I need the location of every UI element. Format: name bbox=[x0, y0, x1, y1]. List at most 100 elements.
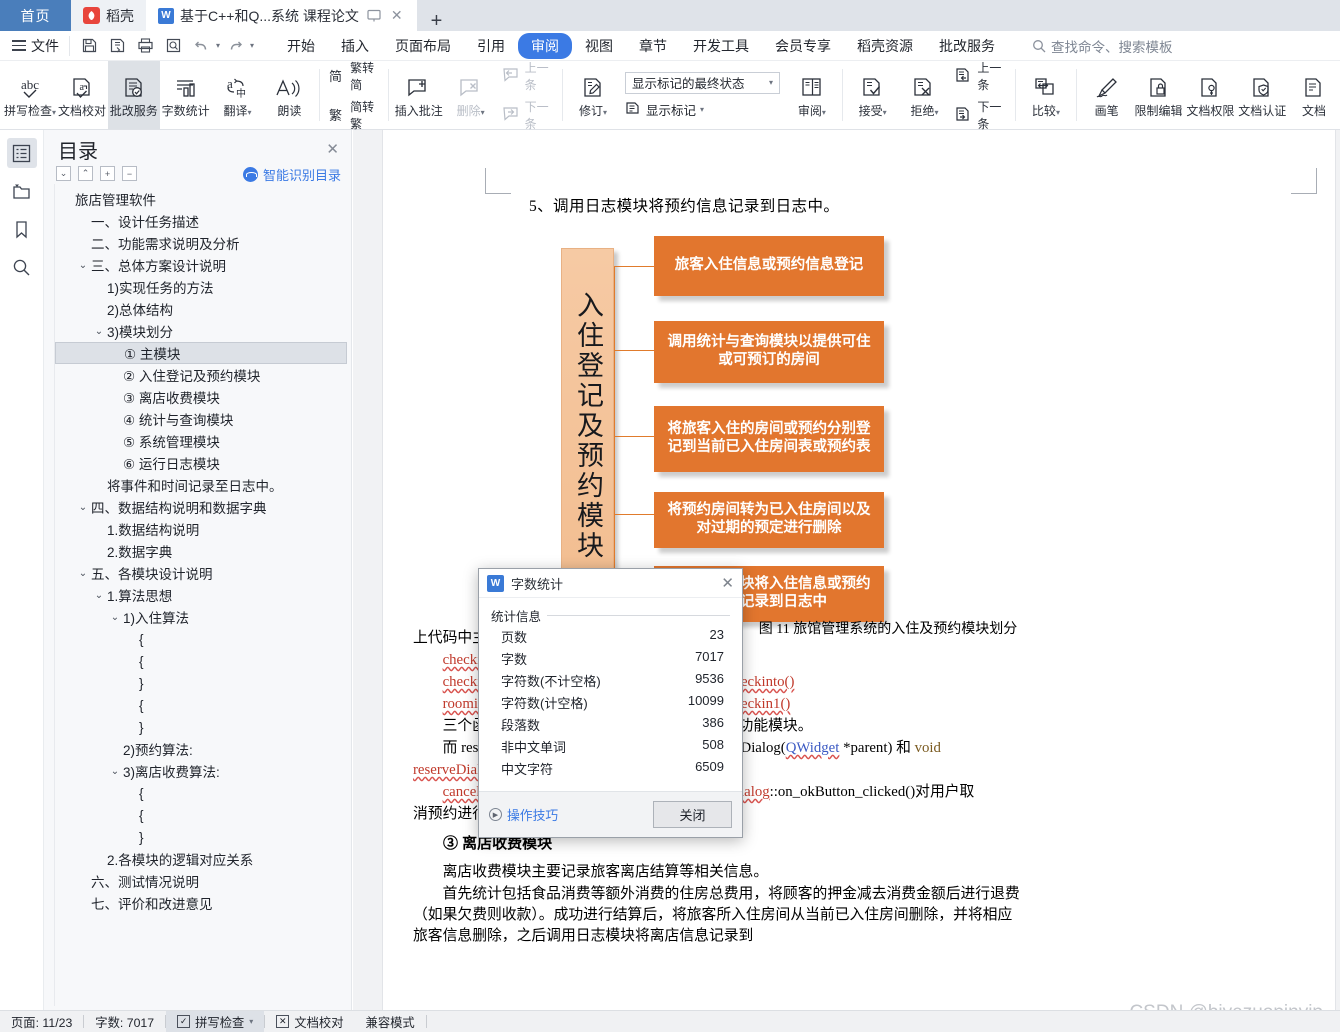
outline-item[interactable]: 2.数据字典 bbox=[55, 540, 347, 562]
undo-dropdown-icon[interactable]: ▾ bbox=[216, 41, 220, 50]
spellcheck-button[interactable]: abc 拼写检查▾ bbox=[4, 61, 56, 129]
chevron-down-icon[interactable]: ⌄ bbox=[91, 590, 107, 601]
outline-item[interactable]: 2)预约算法: bbox=[55, 738, 347, 760]
collapse-all-icon[interactable]: − bbox=[122, 166, 137, 181]
outline-item[interactable]: ⌄ 3)模块划分 bbox=[55, 320, 347, 342]
redo-icon[interactable] bbox=[222, 35, 248, 57]
smart-outline-button[interactable]: 智能识别目录 bbox=[242, 165, 341, 184]
ribbon-tab-dev-tools[interactable]: 开发工具 bbox=[680, 33, 762, 59]
tab-docer[interactable]: 稻壳 bbox=[71, 0, 146, 31]
tips-link[interactable]: ▶ 操作技巧 bbox=[489, 805, 558, 824]
chevron-down-icon[interactable]: ▾ bbox=[481, 108, 485, 118]
document-permission-button[interactable]: 文档权限 bbox=[1184, 61, 1236, 129]
document-certify-button[interactable]: 文档认证 bbox=[1236, 61, 1288, 129]
outline-item[interactable]: 二、功能需求说明及分析 bbox=[55, 232, 347, 254]
close-dialog-icon[interactable]: ✕ bbox=[721, 574, 734, 592]
chevron-down-icon[interactable]: ⌄ bbox=[56, 166, 71, 181]
restrict-edit-button[interactable]: 限制编辑 bbox=[1133, 61, 1185, 129]
chevron-down-icon[interactable]: ⌄ bbox=[75, 260, 91, 271]
proofread-status-button[interactable]: ✕ 文档校对 bbox=[265, 1011, 354, 1032]
outline-item[interactable]: ⌄ 三、总体方案设计说明 bbox=[55, 254, 347, 276]
accept-button[interactable]: 接受▾ bbox=[847, 61, 899, 129]
outline-item[interactable]: { bbox=[55, 628, 347, 650]
insert-comment-button[interactable]: 插入批注 bbox=[393, 61, 445, 129]
chevron-down-icon[interactable]: ▾ bbox=[934, 108, 938, 118]
outline-item[interactable]: 2)总体结构 bbox=[55, 298, 347, 320]
chevron-down-icon[interactable]: ⌄ bbox=[75, 502, 91, 513]
chevron-down-icon[interactable]: ⌄ bbox=[107, 612, 123, 623]
save-icon[interactable] bbox=[76, 35, 102, 57]
file-menu-button[interactable]: 文件 bbox=[0, 36, 69, 56]
chevron-down-icon[interactable]: ▾ bbox=[883, 108, 887, 118]
document-proof-button[interactable]: a 文档校对 bbox=[56, 61, 108, 129]
outline-item[interactable]: ⑥ 运行日志模块 bbox=[55, 452, 347, 474]
outline-item[interactable]: 1)实现任务的方法 bbox=[55, 276, 347, 298]
ribbon-tab-insert[interactable]: 插入 bbox=[328, 33, 382, 59]
search-icon[interactable] bbox=[7, 252, 37, 282]
word-count-indicator[interactable]: 字数: 7017 bbox=[84, 1011, 165, 1032]
ribbon-tab-docer-resource[interactable]: 稻壳资源 bbox=[844, 33, 926, 59]
track-changes-button[interactable]: 修订▾ bbox=[567, 61, 619, 129]
search-input[interactable]: 查找命令、搜索模板 bbox=[1032, 36, 1173, 56]
outline-item[interactable]: } bbox=[55, 826, 347, 848]
ribbon-tab-section[interactable]: 章节 bbox=[626, 33, 680, 59]
outline-item[interactable]: 1.数据结构说明 bbox=[55, 518, 347, 540]
next-change-button[interactable]: 下一条 bbox=[954, 98, 1007, 132]
customize-qat-icon[interactable]: ▾ bbox=[250, 41, 254, 50]
outline-item[interactable]: { bbox=[55, 650, 347, 672]
outline-item[interactable]: 六、测试情况说明 bbox=[55, 870, 347, 892]
ribbon-tab-member[interactable]: 会员专享 bbox=[762, 33, 844, 59]
outline-item[interactable]: ④ 统计与查询模块 bbox=[55, 408, 347, 430]
word-count-dialog[interactable]: W 字数统计 ✕ 统计信息 页数 23 字数 7017 字符数(不计空格) 9536 字符数… bbox=[478, 568, 743, 838]
compare-button[interactable]: 比较▾ bbox=[1020, 61, 1072, 129]
save-as-icon[interactable] bbox=[104, 35, 130, 57]
outline-item[interactable]: ① 主模块 bbox=[55, 342, 347, 364]
show-markup-button[interactable]: 显示标记 ▾ bbox=[625, 100, 780, 119]
chevron-down-icon[interactable]: ⌄ bbox=[107, 766, 123, 777]
ribbon-tab-start[interactable]: 开始 bbox=[274, 33, 328, 59]
markup-state-select[interactable]: 显示标记的最终状态 ▾ bbox=[624, 71, 780, 94]
chevron-down-icon[interactable]: ▾ bbox=[603, 108, 607, 118]
chevron-down-icon[interactable]: ▾ bbox=[822, 108, 826, 118]
ribbon-tab-correction-service[interactable]: 批改服务 bbox=[926, 33, 1008, 59]
outline-item[interactable]: { bbox=[55, 694, 347, 716]
outline-item[interactable]: ⌄ 3)离店收费算法: bbox=[55, 760, 347, 782]
page-indicator[interactable]: 页面: 11/23 bbox=[0, 1011, 83, 1032]
simp-to-trad-button[interactable]: 繁 简转繁 bbox=[328, 98, 380, 132]
close-button[interactable]: 关闭 bbox=[653, 801, 732, 828]
outline-item[interactable]: 2.各模块的逻辑对应关系 bbox=[55, 848, 347, 870]
outline-item[interactable]: ② 入住登记及预约模块 bbox=[55, 364, 347, 386]
prev-comment-button[interactable]: 上一条 bbox=[501, 59, 555, 93]
word-count-button[interactable]: 字数统计 bbox=[160, 61, 212, 129]
chevron-down-icon[interactable]: ⌄ bbox=[91, 326, 107, 337]
chevron-down-icon[interactable]: ▾ bbox=[769, 78, 773, 87]
reviewing-pane-button[interactable]: 审阅▾ bbox=[786, 61, 838, 129]
folder-icon[interactable] bbox=[7, 176, 37, 206]
translate-button[interactable]: a中 翻译▾ bbox=[212, 61, 264, 129]
present-icon[interactable] bbox=[365, 9, 383, 22]
outline-item[interactable]: ⌄ 五、各模块设计说明 bbox=[55, 562, 347, 584]
outline-item[interactable]: ③ 离店收费模块 bbox=[55, 386, 347, 408]
next-comment-button[interactable]: 下一条 bbox=[501, 98, 555, 132]
outline-item[interactable]: } bbox=[55, 672, 347, 694]
outline-item[interactable]: } bbox=[55, 716, 347, 738]
chevron-down-icon[interactable]: ▾ bbox=[700, 105, 704, 114]
read-aloud-button[interactable]: 朗读 bbox=[263, 61, 315, 129]
delete-comment-button[interactable]: 删除▾ bbox=[445, 61, 497, 129]
chevron-down-icon[interactable]: ▾ bbox=[249, 1017, 253, 1026]
chevron-down-icon[interactable]: ⌄ bbox=[75, 568, 91, 579]
outline-item[interactable]: 七、评价和改进意见 bbox=[55, 892, 347, 914]
reject-button[interactable]: 拒绝▾ bbox=[899, 61, 951, 129]
outline-item[interactable]: ⌄ 1.算法思想 bbox=[55, 584, 347, 606]
outline-icon[interactable] bbox=[6, 138, 37, 168]
tab-document[interactable]: W 基于C++和Q...系统 课程论文 ✕ bbox=[146, 0, 417, 31]
close-tab-icon[interactable]: ✕ bbox=[389, 7, 405, 24]
chevron-up-icon[interactable]: ⌃ bbox=[78, 166, 93, 181]
spellcheck-status-button[interactable]: ✓ 拼写检查 ▾ bbox=[166, 1010, 265, 1032]
chevron-down-icon[interactable]: ▾ bbox=[1056, 108, 1060, 118]
ribbon-tab-page-layout[interactable]: 页面布局 bbox=[382, 33, 464, 59]
outline-item[interactable]: 将事件和时间记录至日志中。 bbox=[55, 474, 347, 496]
close-outline-pane-icon[interactable]: ✕ bbox=[326, 140, 339, 158]
print-preview-icon[interactable] bbox=[160, 35, 186, 57]
ribbon-tab-reference[interactable]: 引用 bbox=[464, 33, 518, 59]
